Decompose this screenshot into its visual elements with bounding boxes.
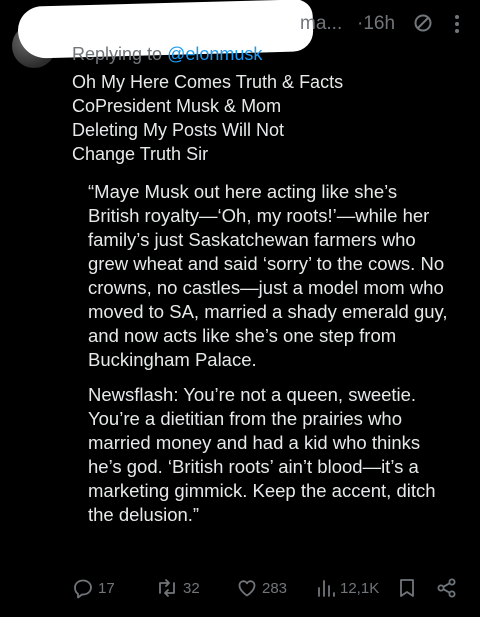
like-icon [236,577,258,599]
quote-line: he’s god. ‘British roots’ ain’t blood—it… [88,456,419,477]
replying-to-label: Replying to [72,44,168,64]
quote-line: married money and had a kid who thinks [88,432,421,453]
post-line: Deleting My Posts Will Not [72,120,285,140]
reply-count: 17 [98,579,115,597]
post-time[interactable]: ·16h [357,13,395,35]
reply-button[interactable]: 17 [72,577,115,599]
quote-line: grew wheat and said ‘sorry’ to the cows.… [88,253,445,274]
mention-link[interactable]: @elonmusk [167,44,262,64]
action-bar: 17 32 283 12,1K [0,577,480,607]
post-line: Change Truth Sir [72,144,209,164]
share-button[interactable] [436,577,458,599]
no-reply-icon [412,12,434,39]
views-count: 12,1K [340,579,380,597]
bookmark-icon [397,577,417,599]
quote-line: family’s just Saskatchewan farmers who [88,229,416,250]
quote-line: Newsflash: You’re not a queen, sweetie. [88,384,417,405]
quote-line: moved to SA, married a shady emerald guy… [88,301,448,322]
repost-icon [155,577,179,599]
bookmark-button[interactable] [397,577,417,599]
like-count: 283 [262,579,288,597]
replying-to: Replying to @elonmusk [72,44,262,65]
post-line: Oh My Here Comes Truth & Facts [72,72,344,92]
quote-line: You’re a dietitian from the prairies who [88,408,402,429]
user-handle[interactable]: ma... [300,13,342,35]
post-line: CoPresident Musk & Mom [72,96,282,116]
repost-count: 32 [183,579,200,597]
quote-line: the delusion.” [88,504,200,525]
quote-line: crowns, no castles—just a model mom who [88,277,444,298]
quote-line: British royalty—‘Oh, my roots!’—while he… [88,205,430,226]
post-text: Oh My Here Comes Truth & Facts CoPreside… [72,70,343,166]
views-icon [316,577,336,599]
quote-line: and now acts like she’s one step from [88,325,397,346]
views-button[interactable]: 12,1K [316,577,379,599]
repost-button[interactable]: 32 [155,577,200,599]
quoted-text: “Maye Musk out here acting like she’s Br… [88,180,468,527]
like-button[interactable]: 283 [236,577,287,599]
more-icon[interactable] [449,12,465,41]
quote-line: marketing gimmick. Keep the accent, ditc… [88,480,436,501]
share-icon [436,577,458,599]
quote-line: “Maye Musk out here acting like she’s [88,181,398,202]
reply-icon [72,577,94,599]
quote-line: Buckingham Palace. [88,349,257,370]
